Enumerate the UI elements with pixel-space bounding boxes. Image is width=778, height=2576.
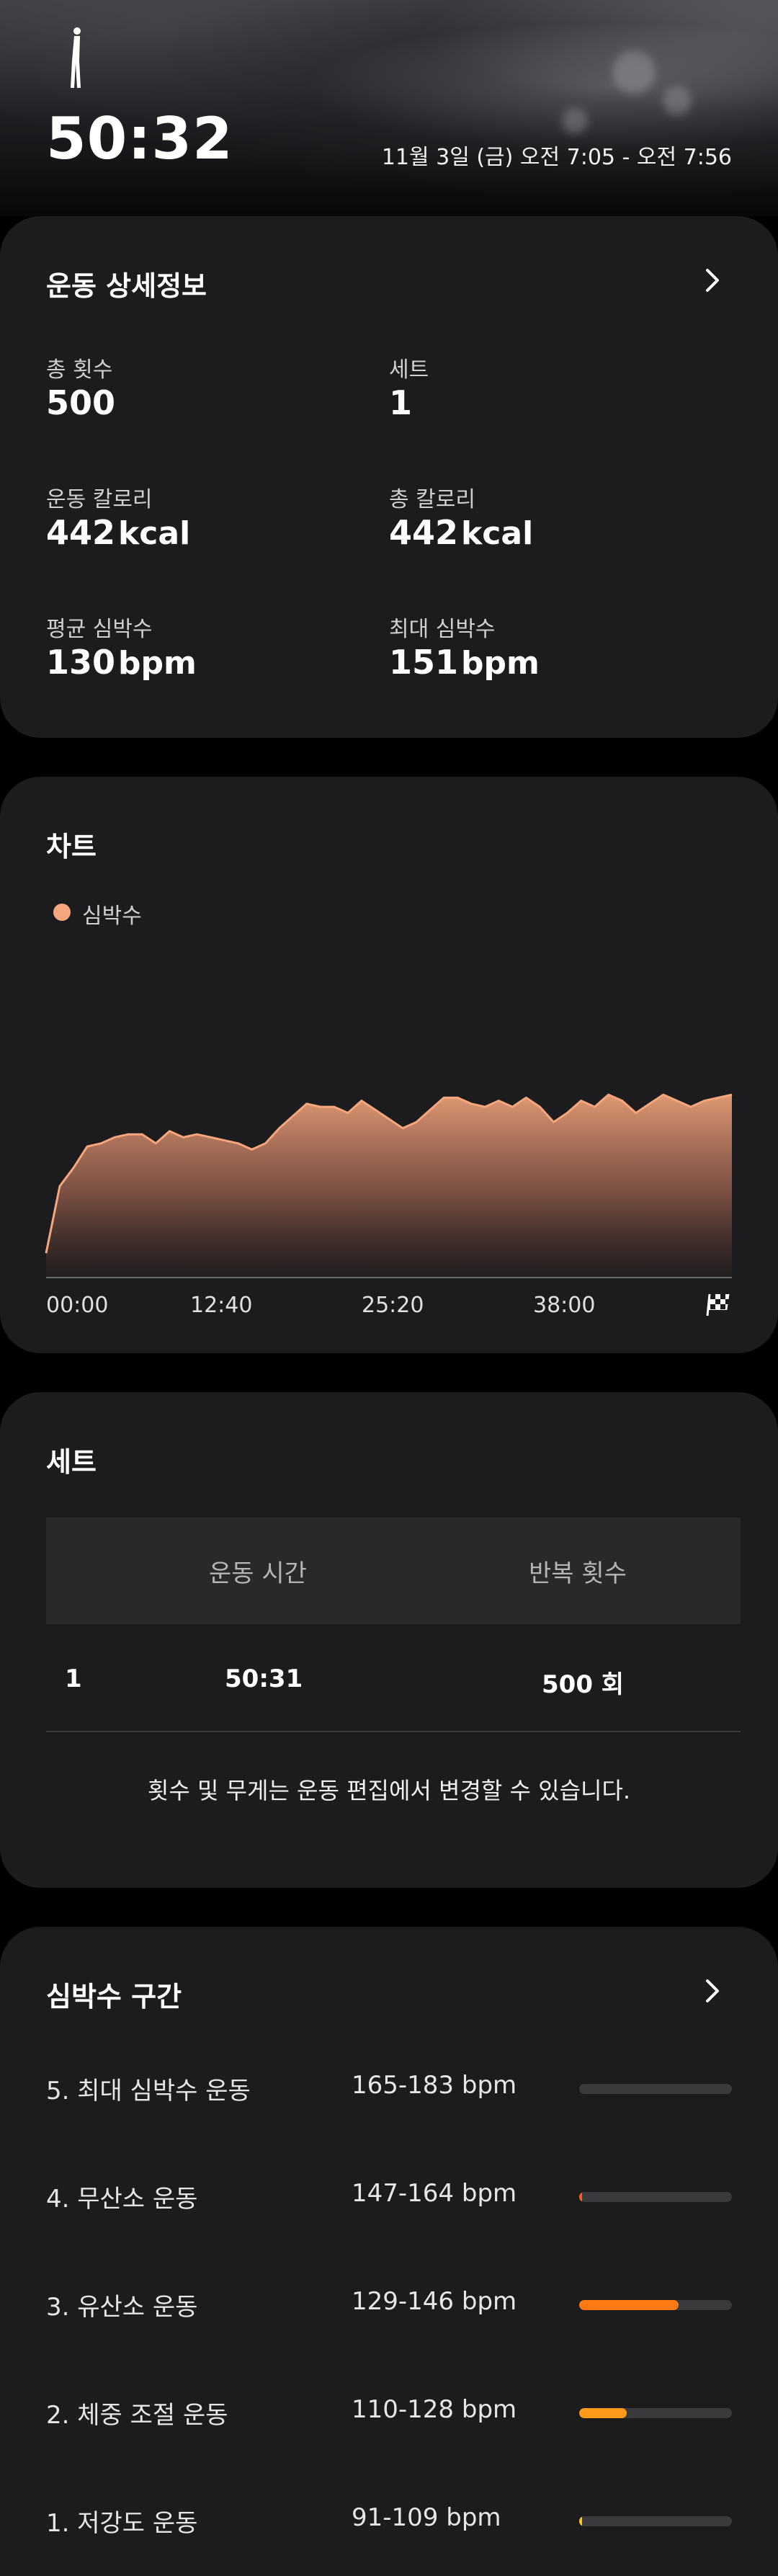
sets-card: 세트 운동 시간 반복 횟수 1 50:31 500 회 횟수 및 무게는 운동… [0,1392,778,1888]
zone-range: 91-109 bpm [352,2503,501,2532]
set-duration: 50:31 [225,1664,303,1693]
chart-card: 차트 심박수 00:00 12:40 25:20 38:00 [0,777,778,1353]
chevron-right-icon[interactable] [697,266,726,295]
heart-rate-chart [45,1093,733,1278]
zone-range: 165-183 bpm [352,2071,517,2100]
stat-label: 총 칼로리 [389,487,475,512]
zone-range: 129-146 bpm [352,2287,517,2316]
background-bokeh [612,50,656,94]
set-index: 1 [65,1664,82,1693]
header-duration: 운동 시간 [209,1559,307,1588]
table-header: 운동 시간 반복 횟수 [46,1517,741,1624]
checkered-flag-icon [706,1293,730,1316]
zone-progress-track [579,2300,732,2310]
zone-progress-fill [579,2516,583,2526]
workout-details-card[interactable]: 운동 상세정보 총 횟수 500 세트 1 운동 칼로리 442kcal 총 칼… [0,216,778,738]
background-bokeh [663,86,692,115]
person-standing-icon [71,27,81,88]
heart-rate-area [46,1095,732,1278]
card-title: 세트 [46,1446,97,1478]
header-reps: 반복 횟수 [529,1559,627,1588]
x-tick-label: 38:00 [533,1293,596,1318]
table-divider [46,1731,741,1732]
x-tick-label: 00:00 [46,1293,109,1318]
stat-label: 최대 심박수 [389,617,496,642]
workout-duration: 50:32 [46,105,233,172]
sets-table: 운동 시간 반복 횟수 1 50:31 500 회 [46,1517,741,1778]
zone-progress-fill [579,2300,679,2310]
stat-label: 평균 심박수 [46,617,153,642]
x-tick-label: 25:20 [362,1293,424,1318]
stat-value: 442kcal [46,513,191,552]
zone-range: 147-164 bpm [352,2179,517,2208]
card-title: 운동 상세정보 [46,270,207,302]
zone-name: 2. 체중 조절 운동 [46,2401,228,2430]
edit-note: 횟수 및 무게는 운동 편집에서 변경할 수 있습니다. [147,1777,631,1804]
card-title: 심박수 구간 [46,1981,182,2013]
zone-progress-track [579,2192,732,2202]
stat-value: 442kcal [389,513,534,552]
workout-date-range: 11월 3일 (금) 오전 7:05 - 오전 7:56 [381,145,732,170]
zone-progress-track [579,2084,732,2094]
stat-value: 151bpm [389,643,540,682]
x-tick-label: 12:40 [190,1293,253,1318]
heart-rate-zones-card[interactable]: 심박수 구간 5. 최대 심박수 운동 165-183 bpm 4. 무산소 운동 1… [0,1927,778,2576]
hero-header: 50:32 11월 3일 (금) 오전 7:05 - 오전 7:56 [0,0,778,216]
zone-progress-fill [579,2408,627,2418]
zone-name: 4. 무산소 운동 [46,2185,198,2214]
stat-label: 세트 [389,357,429,383]
zone-name: 5. 최대 심박수 운동 [46,2077,251,2105]
stat-label: 운동 칼로리 [46,487,153,512]
stat-value: 500 [46,383,116,422]
background-bokeh [562,108,588,134]
zone-range: 110-128 bpm [352,2395,517,2424]
stat-value: 130bpm [46,643,197,682]
zone-progress-fill [579,2192,583,2202]
stat-value: 1 [389,383,413,422]
zone-name: 1. 저강도 운동 [46,2509,198,2538]
chevron-right-icon[interactable] [697,1976,726,2005]
zone-progress-track [579,2516,732,2526]
zone-name: 3. 유산소 운동 [46,2293,198,2322]
set-reps: 500 회 [542,1670,625,1699]
zone-progress-track [579,2408,732,2418]
stat-label: 총 횟수 [46,357,113,383]
